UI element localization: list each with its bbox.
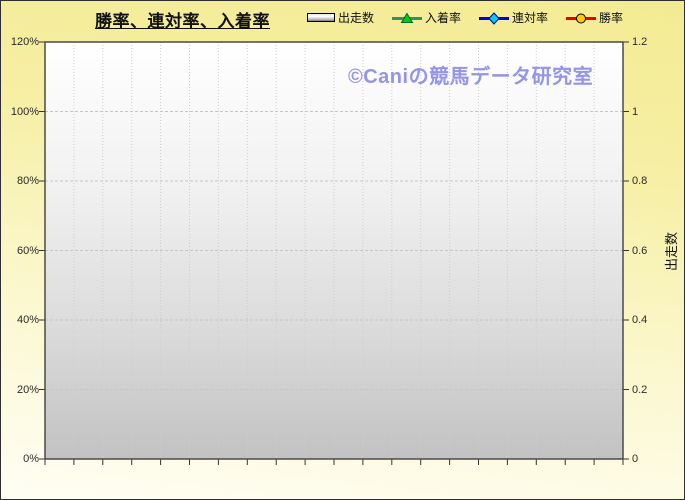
- circle-marker-icon: [566, 12, 596, 24]
- y-axis-tick-label: 20%: [3, 383, 39, 397]
- y-axis-tick-label: 60%: [3, 244, 39, 258]
- legend-label: 勝率: [599, 9, 623, 26]
- plot-area: [45, 42, 623, 459]
- legend-item-place-rate: 入着率: [392, 9, 461, 26]
- y2-axis-tick-label: 0: [632, 452, 668, 466]
- legend: 出走数 入着率 連対率 勝率: [307, 9, 623, 26]
- y2-axis-tick-label: 0.8: [632, 174, 668, 188]
- y-axis-tick-label: 0%: [3, 452, 39, 466]
- diamond-marker-icon: [479, 12, 509, 24]
- legend-label: 出走数: [338, 9, 374, 26]
- legend-item-starts: 出走数: [307, 9, 374, 26]
- y2-axis-tick-label: 0.2: [632, 383, 668, 397]
- legend-label: 連対率: [512, 9, 548, 26]
- y-axis-tick-label: 80%: [3, 174, 39, 188]
- y-axis-tick-label: 40%: [3, 313, 39, 327]
- y2-axis-title: 出走数: [657, 211, 683, 291]
- y2-axis-tick-label: 1.2: [632, 35, 668, 49]
- watermark: ©Caniの競馬データ研究室: [348, 60, 593, 89]
- bar-swatch-icon: [307, 13, 335, 22]
- triangle-marker-icon: [392, 12, 422, 24]
- y2-axis-title-text: 出走数: [661, 231, 680, 270]
- plot-grid: [45, 42, 623, 459]
- legend-label: 入着率: [425, 9, 461, 26]
- chart-title: 勝率、連対率、入着率: [95, 7, 270, 32]
- y2-axis-tick-label: 1: [632, 105, 668, 119]
- y-axis-tick-label: 120%: [3, 35, 39, 49]
- legend-item-win-rate: 勝率: [566, 9, 623, 26]
- y-axis-tick-label: 100%: [3, 105, 39, 119]
- legend-item-quinella-rate: 連対率: [479, 9, 548, 26]
- y2-axis-tick-label: 0.4: [632, 313, 668, 327]
- chart-window: 勝率、連対率、入着率 出走数 入着率 連対率 勝率: [0, 0, 685, 500]
